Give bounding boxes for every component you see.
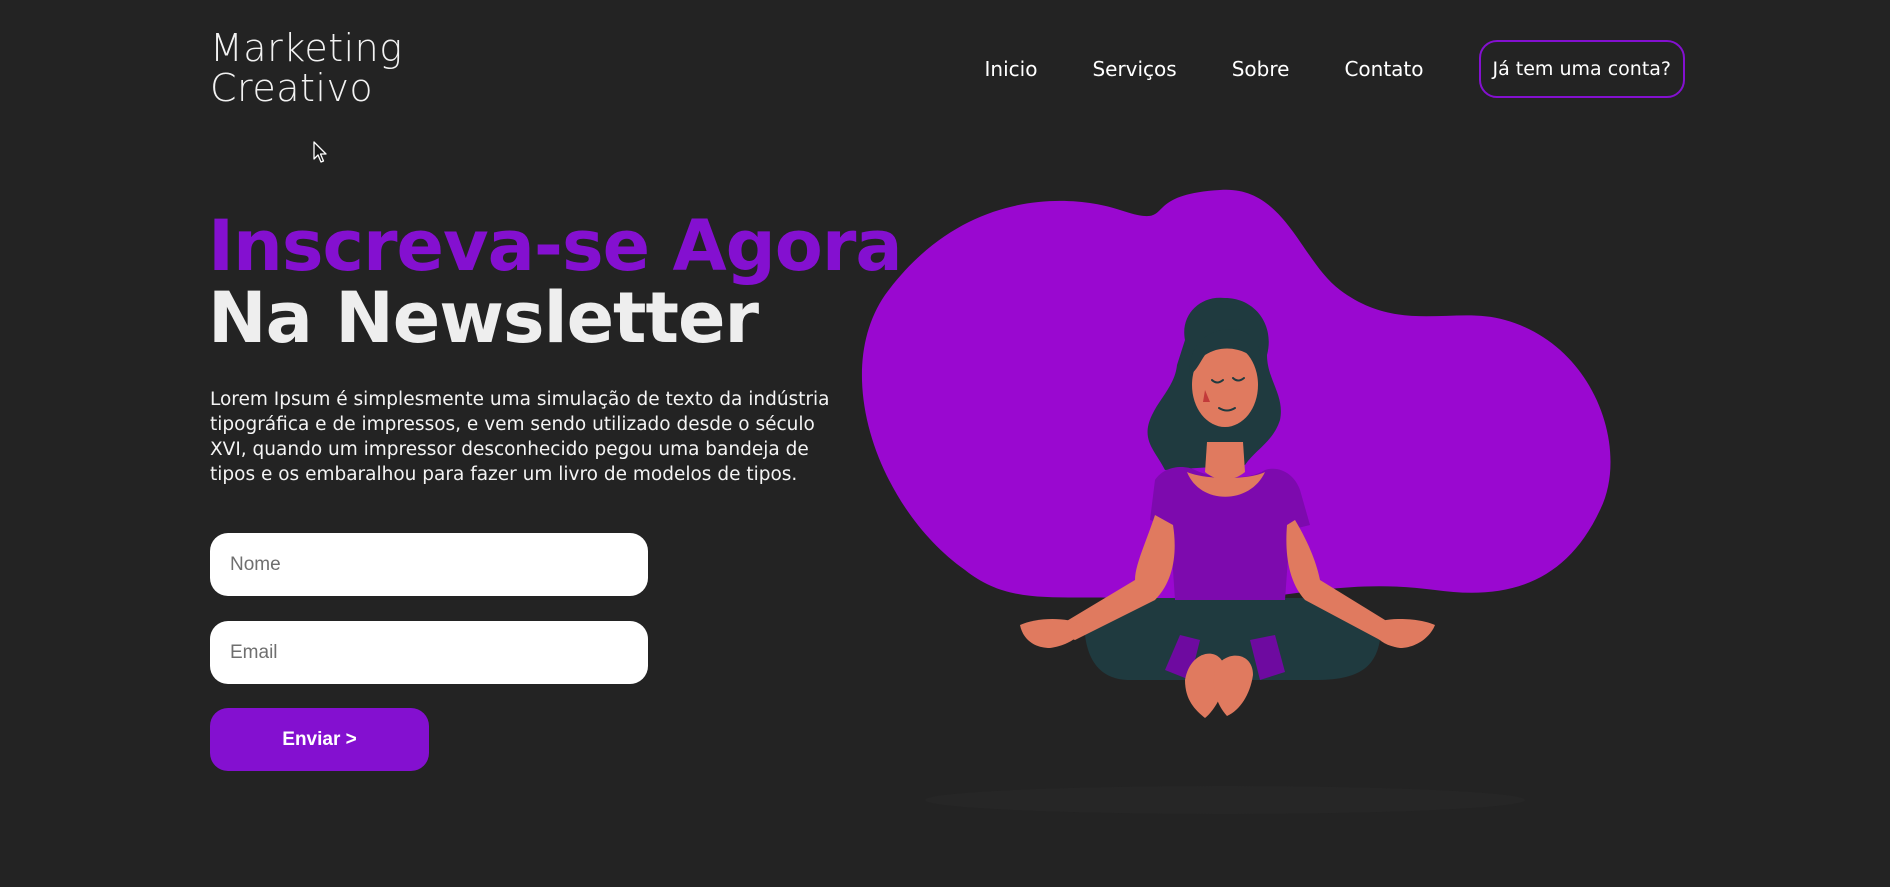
submit-button[interactable]: Enviar > xyxy=(210,708,429,771)
hero-headline: Inscreva-se Agora Na Newsletter xyxy=(208,205,903,359)
nav-item-sobre[interactable]: Sobre xyxy=(1232,57,1290,81)
headline-main: Na Newsletter xyxy=(208,277,759,359)
brand-logo[interactable]: Marketing Creativo xyxy=(210,28,403,108)
nav-item-inicio[interactable]: Inicio xyxy=(985,57,1038,81)
main-nav: Inicio Serviços Sobre Contato Já tem uma… xyxy=(985,40,1685,98)
name-input[interactable] xyxy=(210,533,648,596)
nav-item-contato[interactable]: Contato xyxy=(1344,57,1423,81)
brand-line-1: Marketing xyxy=(210,26,403,70)
nav-item-servicos[interactable]: Serviços xyxy=(1092,57,1176,81)
meditating-woman-illustration xyxy=(861,189,1611,814)
login-button[interactable]: Já tem uma conta? xyxy=(1478,40,1685,98)
landing-page: Marketing Creativo Inicio Serviços Sobre… xyxy=(0,0,1890,887)
headline-accent: Inscreva-se Agora xyxy=(208,205,903,287)
brand-line-2: Creativo xyxy=(210,66,374,110)
mouse-pointer-icon xyxy=(313,141,327,163)
hero-description: Lorem Ipsum é simplesmente uma simulação… xyxy=(210,389,830,485)
email-input[interactable] xyxy=(210,621,648,684)
